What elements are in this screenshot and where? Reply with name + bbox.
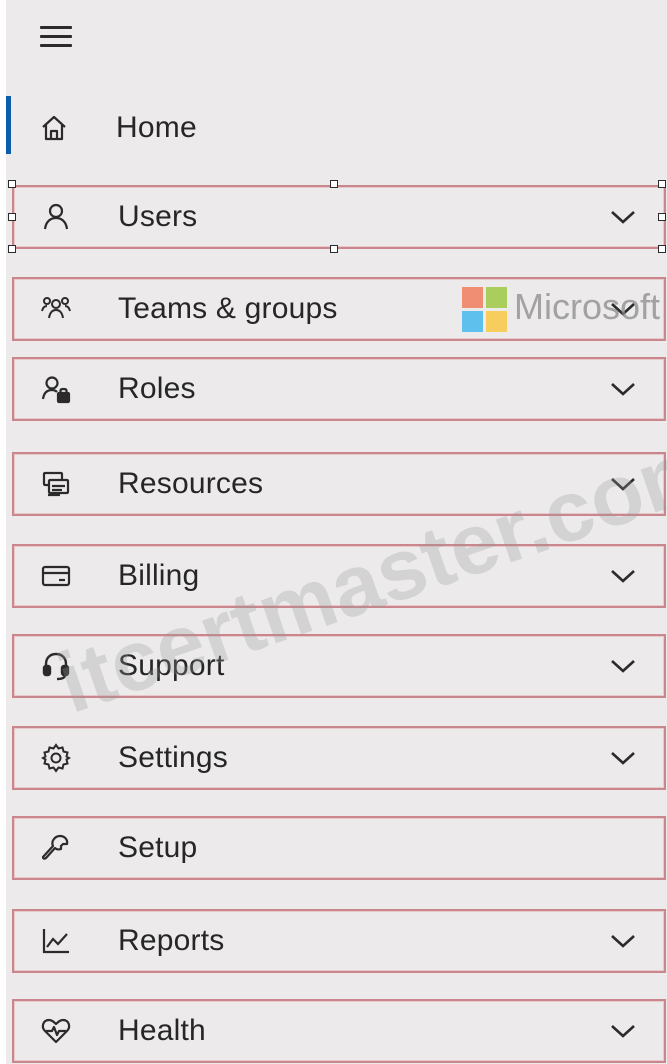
nav-item-billing[interactable]: Billing — [12, 544, 666, 608]
nav-item-support[interactable]: Support — [12, 634, 666, 698]
nav-item-label: Teams & groups — [118, 292, 338, 325]
teams-groups-icon — [38, 291, 74, 327]
chevron-down-icon[interactable] — [608, 474, 638, 494]
nav-item-label: Settings — [118, 741, 228, 774]
nav-item-home[interactable]: Home — [12, 96, 666, 160]
headset-icon — [38, 648, 74, 684]
nav-item-label: Setup — [118, 831, 198, 864]
selection-handle[interactable] — [8, 180, 16, 188]
selection-handle[interactable] — [330, 245, 338, 253]
roles-icon — [38, 371, 74, 407]
nav-item-setup[interactable]: Setup — [12, 816, 666, 880]
chevron-down-icon[interactable] — [608, 656, 638, 676]
chevron-down-icon[interactable] — [608, 207, 638, 227]
resources-icon — [38, 466, 74, 502]
nav-item-label: Home — [116, 111, 197, 144]
nav-item-settings[interactable]: Settings — [12, 726, 666, 790]
home-icon — [36, 110, 72, 146]
nav-item-label: Resources — [118, 467, 264, 500]
microsoft-logo-icon — [462, 287, 508, 333]
hamburger-menu-button[interactable] — [34, 20, 84, 54]
chevron-down-icon[interactable] — [608, 748, 638, 768]
nav-item-health[interactable]: Health — [12, 999, 666, 1063]
wrench-icon — [38, 830, 74, 866]
hamburger-line — [40, 35, 72, 38]
navigation-panel: Home Users Teams & groups Microsoft Role… — [6, 0, 667, 1064]
chevron-down-icon[interactable] — [608, 931, 638, 951]
selection-handle[interactable] — [8, 213, 16, 221]
nav-item-label: Billing — [118, 559, 200, 592]
hamburger-line — [40, 26, 72, 29]
selection-handle[interactable] — [8, 245, 16, 253]
nav-item-reports[interactable]: Reports — [12, 909, 666, 973]
selection-handle[interactable] — [330, 180, 338, 188]
nav-item-roles[interactable]: Roles — [12, 357, 666, 421]
chevron-down-icon[interactable] — [608, 379, 638, 399]
active-indicator — [6, 96, 11, 154]
chevron-down-icon[interactable] — [608, 1021, 638, 1041]
nav-item-label: Roles — [118, 372, 196, 405]
billing-card-icon — [38, 558, 74, 594]
chevron-down-icon[interactable] — [608, 566, 638, 586]
nav-item-label: Health — [118, 1014, 206, 1047]
selection-handle[interactable] — [658, 245, 666, 253]
selection-handle[interactable] — [658, 213, 666, 221]
nav-item-label: Users — [118, 200, 198, 233]
microsoft-watermark: Microsoft — [514, 286, 661, 327]
gear-icon — [38, 740, 74, 776]
user-icon — [38, 199, 74, 235]
heart-pulse-icon — [38, 1013, 74, 1049]
hamburger-line — [40, 44, 72, 47]
line-chart-icon — [38, 923, 74, 959]
nav-item-users[interactable]: Users — [12, 185, 666, 249]
nav-item-label: Support — [118, 649, 225, 682]
nav-item-label: Reports — [118, 924, 225, 957]
selection-handle[interactable] — [658, 180, 666, 188]
nav-item-resources[interactable]: Resources — [12, 452, 666, 516]
